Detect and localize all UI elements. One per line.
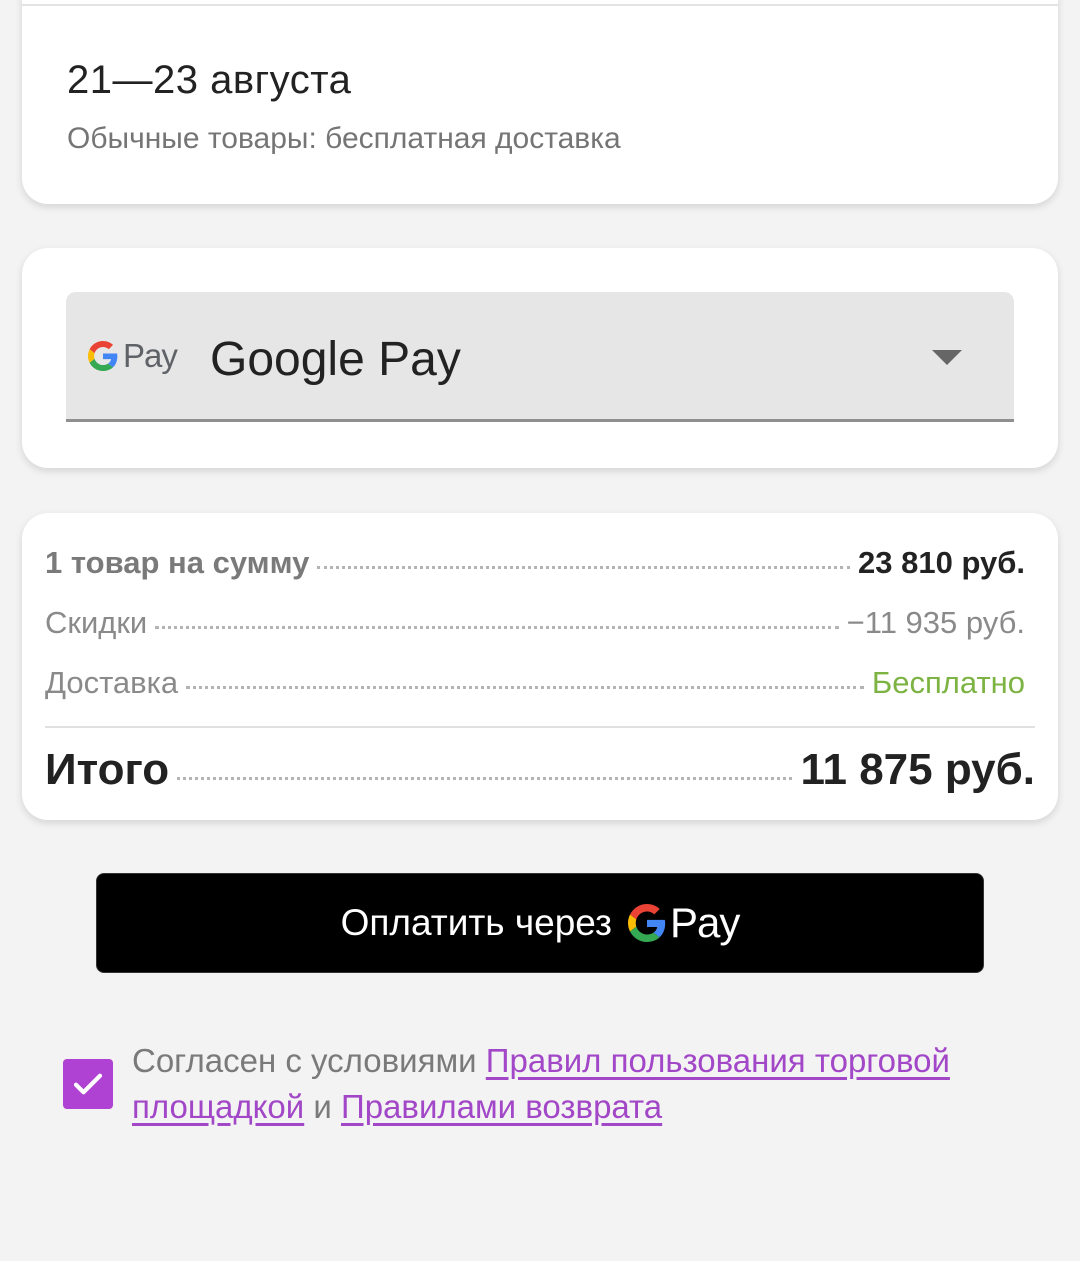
dotted-leader (186, 686, 864, 689)
discount-label: Скидки (45, 605, 148, 640)
agreement-conjunction: и (304, 1088, 341, 1125)
divider (22, 4, 1058, 6)
agreement-prefix: Согласен с условиями (132, 1042, 486, 1079)
agreement-text: Согласен с условиями Правил пользования … (132, 1038, 992, 1130)
dotted-leader (155, 626, 839, 629)
return-policy-link[interactable]: Правилами возврата (341, 1088, 662, 1125)
summary-row-items: 1 товар на сумму 23 810 руб. (45, 545, 1025, 581)
pay-word: Pay (123, 337, 178, 374)
discount-value: −11 935 руб. (846, 605, 1025, 640)
dotted-leader (317, 566, 851, 569)
google-g-icon (88, 341, 118, 371)
google-g-icon (628, 904, 666, 942)
summary-row-total: Итого 11 875 руб. (45, 745, 1035, 795)
delivery-date: 21—23 августа (67, 58, 352, 102)
checkmark-icon (73, 1073, 103, 1095)
order-summary-card: 1 товар на сумму 23 810 руб. Скидки −11 … (22, 513, 1058, 820)
agree-checkbox[interactable] (63, 1059, 113, 1109)
pay-with-google-pay-button[interactable]: Оплатить через Pay (96, 873, 984, 973)
delivery-card: 21—23 августа Обычные товары: бесплатная… (22, 0, 1058, 204)
chevron-down-icon (932, 350, 962, 365)
google-pay-logo: Pay (88, 336, 178, 376)
delivery-note: Обычные товары: бесплатная доставка (67, 122, 621, 155)
dotted-leader (177, 777, 793, 780)
items-value: 23 810 руб. (858, 545, 1025, 580)
total-label: Итого (45, 745, 170, 794)
delivery-value: Бесплатно (871, 665, 1025, 700)
delivery-label: Доставка (45, 665, 179, 700)
selected-payment-method: Google Pay (210, 333, 461, 386)
items-label: 1 товар на сумму (45, 545, 310, 580)
pay-word: Pay (670, 899, 740, 946)
total-value: 11 875 руб. (800, 745, 1035, 794)
summary-row-delivery: Доставка Бесплатно (45, 665, 1025, 701)
pay-button-label: Оплатить через (340, 902, 613, 943)
payment-method-card: Pay Google Pay (22, 248, 1058, 468)
payment-method-dropdown[interactable]: Pay Google Pay (66, 292, 1014, 422)
summary-row-discount: Скидки −11 935 руб. (45, 605, 1025, 641)
divider (45, 726, 1035, 728)
